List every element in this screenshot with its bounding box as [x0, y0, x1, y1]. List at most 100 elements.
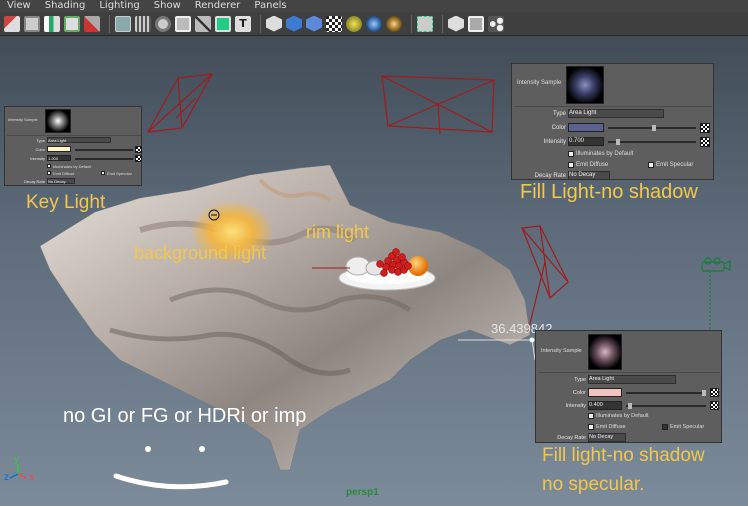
color-map-button[interactable] — [135, 146, 142, 153]
menu-view[interactable]: View — [0, 0, 38, 12]
annotation-background-light: background light — [134, 243, 267, 263]
intensity-map-button[interactable] — [710, 401, 719, 410]
xray-icon[interactable] — [448, 15, 464, 32]
bookmark-icon[interactable] — [44, 15, 60, 32]
color-label: Color — [551, 125, 566, 131]
checker-icon[interactable] — [346, 15, 362, 32]
isolate-icon[interactable] — [115, 15, 131, 32]
type-dropdown[interactable]: Area Light — [568, 109, 664, 118]
decay-rate-label: Decay Rate — [534, 173, 566, 179]
wireframe-on-shaded-icon[interactable] — [84, 15, 100, 32]
annotation-key-light: Key Light — [26, 192, 106, 213]
bounding-box-icon[interactable] — [326, 15, 342, 32]
shadows-icon[interactable] — [417, 15, 433, 32]
maya-viewport[interactable]: y x z persp1 36.439842 Key Light backgro… — [0, 0, 748, 506]
intensity-label: Intensity — [565, 403, 586, 409]
decay-rate-dropdown[interactable]: No Decay — [47, 178, 75, 184]
illuminates-by-default-checkbox[interactable] — [588, 413, 594, 419]
decay-rate-dropdown[interactable]: No Decay — [568, 171, 610, 180]
axis-gizmo — [9, 464, 27, 479]
annotation-render-note: no GI or FG or HDRi or imp — [63, 405, 307, 427]
annotation-rim-light: rim light — [306, 222, 370, 242]
color-map-button[interactable] — [710, 388, 719, 397]
menu-lighting[interactable]: Lighting — [92, 0, 146, 12]
emit-diffuse-checkbox[interactable] — [568, 162, 574, 168]
illuminates-by-default-checkbox[interactable] — [47, 164, 51, 168]
camera-icon — [701, 257, 731, 330]
film-gate-icon[interactable] — [155, 15, 171, 32]
menu-renderer[interactable]: Renderer — [188, 0, 248, 12]
type-dropdown[interactable]: Area Light — [588, 375, 676, 384]
emit-specular-checkbox[interactable] — [648, 162, 654, 168]
isolate-select-icon[interactable] — [468, 15, 484, 32]
illuminates-by-default-checkbox[interactable] — [568, 151, 574, 157]
smiley-eye — [145, 446, 151, 452]
key-light-attribute-panel: Intensity Sample Type Area Light Color I… — [4, 106, 142, 186]
color-swatch[interactable] — [568, 123, 604, 132]
smooth-shade-icon[interactable] — [306, 15, 322, 32]
type-label: Type — [36, 138, 45, 143]
menu-panels[interactable]: Panels — [247, 0, 293, 12]
camera-attributes-icon[interactable] — [24, 15, 40, 32]
intensity-sample-swatch — [45, 109, 71, 133]
decay-rate-label: Decay Rate — [24, 179, 45, 184]
camera-mode-icon[interactable] — [488, 15, 504, 32]
emit-specular-checkbox[interactable] — [662, 424, 668, 430]
image-plane-icon[interactable] — [64, 15, 80, 32]
annotation-fill-light-top: Fill Light-no shadow — [520, 181, 698, 203]
emit-diffuse-label: Emit Diffuse — [596, 424, 626, 430]
decay-rate-label: Decay Rate — [557, 435, 586, 441]
field-chart-icon[interactable]: T — [235, 15, 251, 32]
intensity-label: Intensity — [30, 156, 45, 161]
axis-x-label: x — [29, 472, 34, 483]
axis-z-label: z — [4, 472, 9, 483]
intensity-field[interactable]: 1.200 — [47, 155, 71, 161]
color-swatch[interactable] — [47, 146, 71, 152]
intensity-field[interactable]: 0.400 — [588, 401, 622, 410]
emit-specular-label: Emit Specular — [670, 424, 705, 430]
emit-specular-label: Emit Specular — [656, 162, 694, 168]
panel-menu-bar: View Shading Lighting Show Renderer Pane… — [0, 0, 748, 12]
illuminates-by-default-label: Illuminates by Default — [576, 151, 634, 157]
texture-icon[interactable] — [266, 15, 282, 32]
safe-action-icon[interactable] — [195, 15, 211, 32]
emit-diffuse-label: Emit Diffuse — [53, 171, 75, 176]
intensity-map-button[interactable] — [135, 155, 142, 162]
decay-rate-dropdown[interactable]: No Decay — [588, 433, 626, 442]
annotation-no-specular: no specular. — [542, 474, 645, 495]
wireframe-icon[interactable] — [286, 15, 302, 32]
fill-light-attribute-panel-top: Intensity Sample Type Area Light Color I… — [511, 63, 714, 180]
color-swatch[interactable] — [588, 388, 622, 397]
color-label: Color — [35, 147, 45, 152]
menu-show[interactable]: Show — [147, 0, 188, 12]
all-lights-icon[interactable] — [386, 15, 402, 32]
smiley-mouth — [113, 473, 229, 490]
intensity-map-button[interactable] — [700, 137, 710, 147]
select-camera-icon[interactable] — [4, 15, 20, 32]
panel-toolbar: T — [0, 12, 748, 36]
camera-name-label: persp1 — [346, 487, 379, 498]
default-light-icon[interactable] — [366, 15, 382, 32]
area-light-fill-top — [381, 75, 495, 135]
menu-shading[interactable]: Shading — [38, 0, 93, 12]
gate-mask-icon[interactable] — [215, 15, 231, 32]
resolution-gate-icon[interactable] — [175, 15, 191, 32]
emit-diffuse-checkbox[interactable] — [588, 424, 594, 430]
intensity-field[interactable]: 0.700 — [568, 137, 604, 146]
emit-diffuse-checkbox[interactable] — [47, 171, 51, 175]
fill-light-attribute-panel-bottom: Intensity Sample Type Area Light Color I… — [535, 330, 722, 443]
axis-y-label: y — [14, 454, 19, 465]
color-map-button[interactable] — [700, 123, 710, 133]
type-dropdown[interactable]: Area Light — [47, 137, 111, 143]
intensity-sample-swatch — [566, 66, 604, 104]
annotation-fill-light-bottom: Fill light-no shadow — [542, 445, 705, 466]
grid-icon[interactable] — [135, 15, 151, 32]
type-label: Type — [574, 377, 586, 383]
illuminates-by-default-label: Illuminates by Default — [53, 164, 92, 169]
area-light-key — [146, 73, 214, 133]
illuminates-by-default-label: Illuminates by Default — [596, 413, 649, 419]
color-label: Color — [572, 390, 586, 396]
intensity-sample-label: Intensity Sample — [8, 117, 38, 122]
type-label: Type — [552, 111, 566, 117]
emit-specular-checkbox[interactable] — [101, 171, 105, 175]
